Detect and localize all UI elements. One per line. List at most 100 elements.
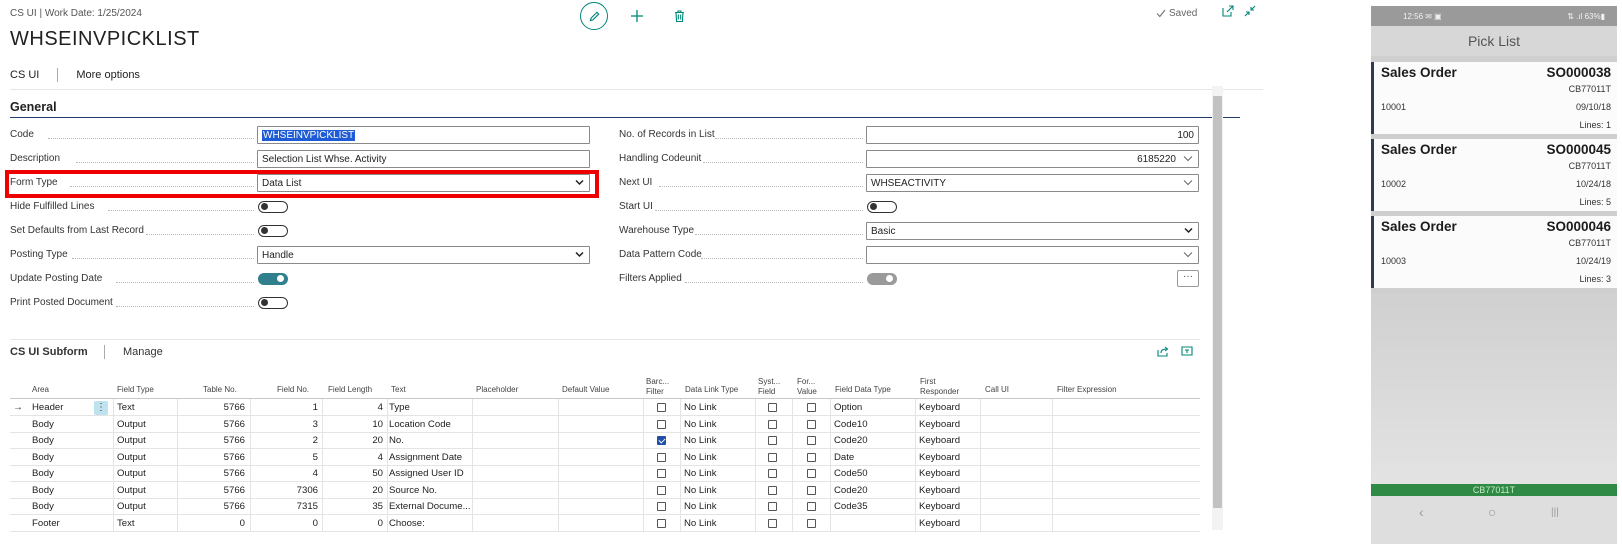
description-input[interactable]: Selection List Whse. Activity [257,150,590,168]
cell-data-type[interactable] [834,516,914,532]
section-general-title[interactable]: General [10,100,57,114]
update-posting-date-toggle[interactable] [258,273,288,285]
barcode-filter-checkbox[interactable] [657,403,666,412]
cell-data-type[interactable]: Code20 [834,433,914,449]
cell-responder[interactable]: Keyboard [919,499,979,515]
cell-text[interactable]: Type [389,400,471,416]
table-row[interactable]: Footer Text 0 0 0 Choose: No Link Keyboard [10,516,1200,532]
table-row[interactable]: Body Output 5766 7315 35 External Docume... No… [10,499,1200,515]
collapse-icon[interactable] [1244,5,1256,17]
delete-button[interactable] [666,3,692,29]
system-field-checkbox[interactable] [768,419,777,429]
format-value-checkbox[interactable] [807,403,816,412]
action-cs-ui[interactable]: CS UI [10,69,39,81]
barcode-filter-checkbox[interactable] [657,518,666,528]
posting-type-select[interactable]: Handle [257,246,590,264]
col-field-length[interactable]: Field Length [328,385,372,395]
cell-field-no[interactable]: 2 [253,433,318,449]
cell-table-no[interactable]: 0 [180,516,245,532]
cell-field-length[interactable]: 20 [325,483,383,499]
handling-codeunit-input[interactable]: 6185220 [866,150,1199,168]
cell-field-type[interactable]: Text [117,400,175,416]
format-value-checkbox[interactable] [807,502,816,511]
cell-field-length[interactable]: 20 [325,433,383,449]
cell-field-type[interactable]: Output [117,483,175,499]
col-default-value[interactable]: Default Value [562,385,609,395]
cell-responder[interactable]: Keyboard [919,417,979,433]
barcode-filter-checkbox[interactable] [657,485,666,495]
edit-button[interactable] [580,2,608,30]
cell-field-length[interactable]: 0 [325,516,383,532]
order-card[interactable]: Sales Order SO000045 CB77011T 10002 10/2… [1371,139,1617,211]
cell-field-no[interactable]: 1 [253,400,318,416]
cell-field-length[interactable]: 35 [325,499,383,515]
col-format-value[interactable]: For... Value [797,377,817,397]
col-first-responder[interactable]: First Responder [920,377,959,397]
records-in-list-input[interactable]: 100 [866,126,1199,144]
cell-area[interactable]: Body [32,499,110,515]
cell-field-type[interactable]: Output [117,417,175,433]
start-ui-toggle[interactable] [867,201,897,213]
expand-icon[interactable] [1181,345,1193,357]
cell-area[interactable]: Body [32,450,110,466]
cell-text[interactable]: Assignment Date [389,450,471,466]
barcode-filter-checkbox[interactable] [657,469,666,478]
col-call-ui[interactable]: Call UI [985,385,1009,395]
cell-field-type[interactable]: Output [117,450,175,466]
cell-link[interactable]: No Link [684,450,754,466]
col-system-field[interactable]: Syst... Field [758,377,780,397]
table-row[interactable]: Body Output 5766 3 10 Location Code No Link Cod… [10,417,1200,433]
table-row[interactable]: Body Output 5766 7306 20 Source No. No Link Cod… [10,483,1200,499]
print-posted-toggle[interactable] [258,297,288,309]
cell-area[interactable]: Body [32,417,110,433]
table-row[interactable]: Body Output 5766 2 20 No. No Link Code20 Keyboar… [10,433,1200,449]
cell-field-no[interactable]: 0 [253,516,318,532]
col-data-link-type[interactable]: Data Link Type [685,385,738,395]
col-field-type[interactable]: Field Type [117,385,154,395]
cell-field-length[interactable]: 10 [325,417,383,433]
format-value-checkbox[interactable] [807,452,816,462]
cell-link[interactable]: No Link [684,417,754,433]
order-card[interactable]: Sales Order SO000038 CB77011T 10001 09/1… [1371,62,1617,134]
new-button[interactable] [624,3,650,29]
cell-link[interactable]: No Link [684,483,754,499]
cell-link[interactable]: No Link [684,499,754,515]
cell-text[interactable]: Location Code [389,417,471,433]
format-value-checkbox[interactable] [807,419,816,429]
set-defaults-toggle[interactable] [258,225,288,237]
code-input[interactable]: WHSEINVPICKLIST [257,126,590,144]
cell-data-type[interactable]: Option [834,400,914,416]
cell-table-no[interactable]: 5766 [180,433,245,449]
cell-area[interactable]: Footer [32,516,110,532]
warehouse-type-select[interactable]: Basic [866,222,1199,240]
cell-text[interactable]: No. [389,433,471,449]
cell-table-no[interactable]: 5766 [180,450,245,466]
table-row[interactable]: Body Output 5766 4 50 Assigned User ID No Link… [10,466,1200,482]
col-filter-expression[interactable]: Filter Expression [1057,385,1117,395]
action-more-options[interactable]: More options [76,69,140,81]
col-field-data-type[interactable]: Field Data Type [835,385,891,395]
cell-link[interactable]: No Link [684,433,754,449]
cell-text[interactable]: External Docume... [389,499,471,515]
cell-responder[interactable]: Keyboard [919,466,979,482]
table-row[interactable]: → ⋮ Header Text 5766 1 4 Type No Link Option Keybo… [10,400,1200,416]
system-field-checkbox[interactable] [768,469,777,478]
cell-responder[interactable]: Keyboard [919,400,979,416]
system-field-checkbox[interactable] [768,452,777,462]
cell-table-no[interactable]: 5766 [180,417,245,433]
system-field-checkbox[interactable] [768,518,777,528]
barcode-filter-checkbox[interactable] [657,419,666,429]
format-value-checkbox[interactable] [807,485,816,495]
cell-text[interactable]: Assigned User ID [389,466,471,482]
hide-fulfilled-toggle[interactable] [258,201,288,213]
subform-title[interactable]: CS UI Subform [10,346,88,358]
cell-data-type[interactable]: Code20 [834,483,914,499]
recents-nav-icon[interactable]: ||| [1551,507,1559,518]
barcode-filter-checkbox[interactable] [657,436,666,445]
order-card[interactable]: Sales Order SO000046 CB77011T 10003 10/2… [1371,216,1617,288]
back-nav-icon[interactable]: ‹ [1419,504,1424,520]
filters-applied-toggle[interactable] [867,273,897,285]
cell-field-length[interactable]: 4 [325,400,383,416]
cell-data-type[interactable]: Code50 [834,466,914,482]
cell-field-no[interactable]: 5 [253,450,318,466]
